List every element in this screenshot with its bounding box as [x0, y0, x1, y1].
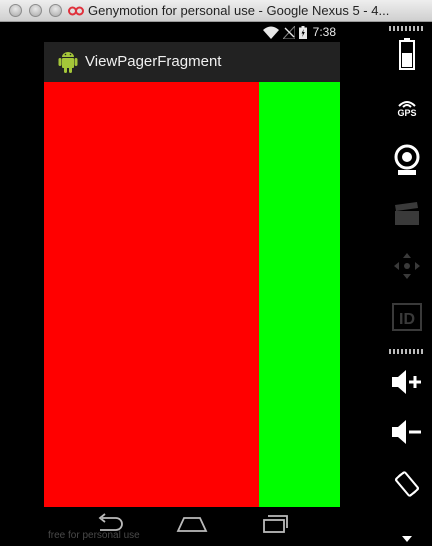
rotate-icon — [394, 471, 420, 497]
dpad-button[interactable] — [387, 246, 427, 286]
status-bar: 7:38 — [44, 22, 340, 42]
gps-label: GPS — [397, 107, 417, 118]
volume-up-icon — [392, 370, 421, 394]
home-button[interactable] — [168, 513, 216, 541]
volume-up-button[interactable] — [387, 362, 427, 402]
android-app-icon[interactable] — [58, 50, 78, 74]
webcam-icon — [394, 144, 420, 175]
watermark-text: free for personal use — [48, 530, 140, 541]
view-pager[interactable] — [44, 82, 340, 507]
toolbar-scroll-down-icon[interactable] — [402, 536, 412, 542]
video-capture-button[interactable] — [387, 194, 427, 234]
battery-button[interactable] — [387, 34, 427, 74]
action-bar-title: ViewPagerFragment — [85, 53, 222, 70]
battery-charging-icon — [298, 25, 307, 39]
toolbar-grip[interactable] — [389, 26, 425, 31]
rotate-button[interactable] — [387, 464, 427, 504]
dpad-icon — [394, 253, 420, 279]
volume-down-icon — [392, 420, 421, 444]
device-id-icon: ID — [392, 303, 422, 331]
recent-apps-button[interactable] — [250, 513, 298, 541]
volume-down-button[interactable] — [387, 412, 427, 452]
device-id-button[interactable]: ID — [387, 297, 427, 337]
genymotion-logo-icon — [68, 6, 84, 16]
recent-apps-icon — [263, 515, 288, 533]
pager-page-green[interactable] — [259, 82, 340, 507]
gps-icon: GPS — [397, 99, 417, 118]
action-bar: ViewPagerFragment — [44, 42, 340, 82]
battery-icon — [399, 38, 415, 70]
minimize-window-button[interactable] — [29, 4, 42, 17]
pager-page-red[interactable] — [44, 82, 259, 507]
device-screen: 7:38 ViewPagerFragment — [44, 22, 340, 507]
window-title-bar: Genymotion for personal use - Google Nex… — [0, 0, 432, 22]
video-capture-icon — [395, 202, 419, 225]
webcam-button[interactable] — [387, 140, 427, 180]
device-id-label: ID — [399, 311, 415, 328]
window-title: Genymotion for personal use - Google Nex… — [88, 3, 390, 18]
toolbar-grip-2[interactable] — [389, 349, 425, 354]
status-time: 7:38 — [312, 25, 336, 39]
gps-button[interactable]: GPS — [387, 88, 427, 128]
no-signal-icon — [282, 25, 295, 39]
wifi-icon — [262, 26, 279, 39]
close-window-button[interactable] — [9, 4, 22, 17]
home-icon — [176, 517, 208, 532]
genymotion-toolbar: GPS ID — [381, 22, 432, 546]
zoom-window-button[interactable] — [49, 4, 62, 17]
